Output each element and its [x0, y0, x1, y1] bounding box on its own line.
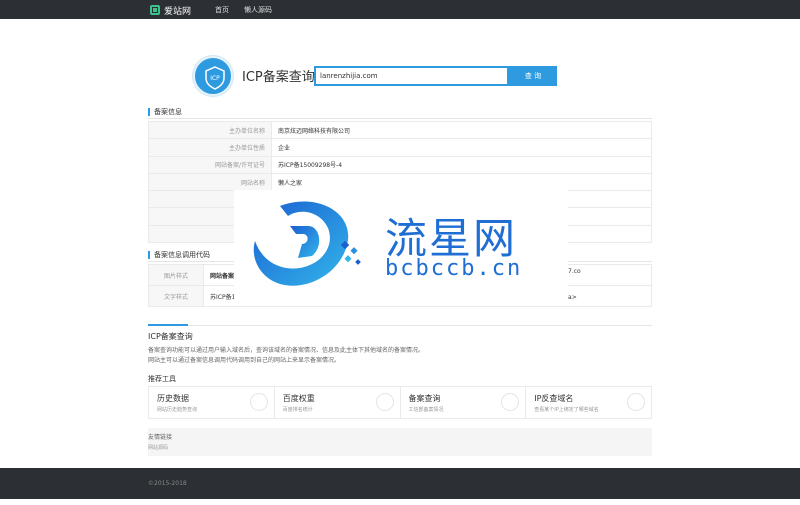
row-label: 网站名称 [148, 172, 272, 192]
row-label: 主办单位性质 [148, 138, 272, 157]
row-value: 懒人之家 [271, 172, 652, 192]
tool-history-data[interactable]: 历史数据 网站历史趋势查询 [149, 387, 275, 418]
row-label: 主办单位名称 [148, 120, 272, 140]
about-section-title: ICP备案查询 [148, 332, 193, 341]
layers-icon [249, 393, 268, 411]
tool-ip-reverse[interactable]: IP反查域名 查看某个IP上绑定了哪些域名 [526, 387, 651, 418]
table-row: 网站名称 懒人之家 [148, 172, 652, 192]
row-value: 苏ICP备15009298号-4 [271, 155, 652, 174]
footer: ©2015-2018 [0, 468, 800, 499]
search-button[interactable]: 查 询 [509, 66, 557, 86]
code-section-title: 备案信息调用代码 [148, 251, 210, 259]
nav-lanren-source[interactable]: 懒人源码 [244, 5, 272, 15]
watermark-domain: bcbccb.cn [385, 256, 523, 281]
row-label: 图片样式 [148, 264, 204, 286]
tool-baidu-weight[interactable]: 百度权重 百度排名统计 [275, 387, 401, 418]
copyright: ©2015-2018 [148, 480, 187, 487]
tools-section-title: 推荐工具 [148, 375, 176, 383]
links-title: 友情链接 [148, 434, 173, 441]
friend-links: 友情链接 网站源码 [148, 428, 652, 456]
row-value: 南京炫迈网络科技有限公司 [271, 120, 652, 140]
brand-logo[interactable]: 爱站网 [150, 3, 191, 17]
watermark-logo-icon [253, 201, 361, 286]
row-value: 企业 [271, 138, 652, 157]
paw-icon [375, 393, 394, 411]
brand-name: 爱站网 [164, 6, 192, 17]
section-accent-line [148, 324, 188, 326]
code-snippet-tail: 7.co [568, 268, 581, 275]
tools-list: 历史数据 网站历史趋势查询 百度权重 百度排名统计 备案查询 工信部备案情况 I… [148, 386, 652, 419]
domain-search-input[interactable] [314, 66, 509, 86]
page-title: ICP备案查询 [242, 70, 315, 85]
about-text: 备案查询功能可以通过用户输入域名后，查询该域名的备案情况、信息及此主体下其他域名… [148, 347, 425, 354]
divider [148, 118, 652, 119]
row-label: 文字样式 [148, 285, 204, 307]
row-label: 网站备案/许可证号 [148, 155, 272, 174]
table-row: 网站备案/许可证号 苏ICP备15009298号-4 [148, 155, 652, 174]
tool-icp-query[interactable]: 备案查询 工信部备案情况 [401, 387, 527, 418]
divider [188, 325, 652, 326]
nav-home[interactable]: 首页 [215, 5, 229, 15]
about-text: 网站主可以通过备案信息调用代码调用到自己的网站上来显示备案情况。 [148, 357, 341, 364]
friend-link[interactable]: 网站源码 [148, 444, 652, 451]
table-row: 主办单位名称 南京炫迈网络科技有限公司 [148, 120, 652, 140]
icp-shield-icon: ICP [193, 56, 233, 96]
top-navbar: 爱站网 首页 懒人源码 [0, 0, 800, 19]
logo-icon [150, 5, 160, 15]
svg-text:ICP: ICP [210, 75, 220, 82]
ip-icon [627, 393, 645, 411]
table-row: 主办单位性质 企业 [148, 138, 652, 157]
record-section-title: 备案信息 [148, 108, 182, 116]
